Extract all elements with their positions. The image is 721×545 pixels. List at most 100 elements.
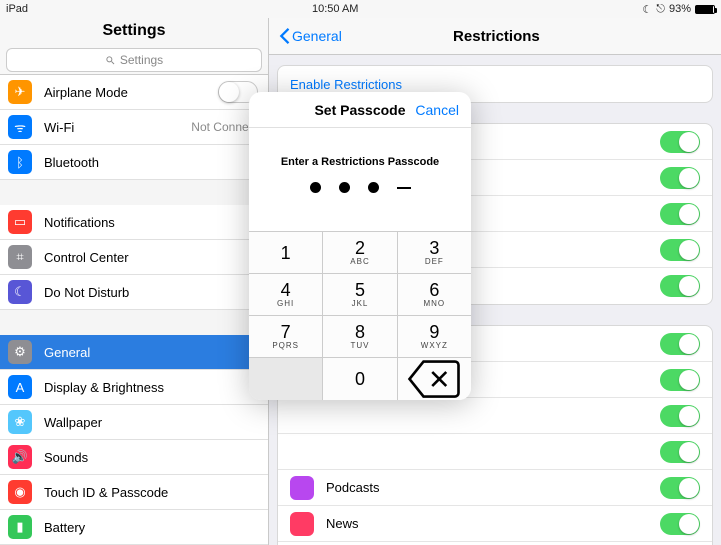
restriction-toggle[interactable] bbox=[660, 477, 700, 499]
restriction-toggle[interactable] bbox=[660, 513, 700, 535]
keypad-number: 7 bbox=[281, 323, 291, 341]
dnd-icon: ☾ bbox=[8, 280, 32, 304]
restriction-row-podcasts: Podcasts bbox=[278, 470, 712, 506]
passcode-dots bbox=[249, 182, 471, 231]
detail-title: Restrictions bbox=[282, 28, 711, 45]
bluetooth-icon: ⎋ bbox=[656, 3, 665, 16]
sidebar-item-label: Notifications bbox=[44, 215, 258, 230]
sidebar-item-label: Battery bbox=[44, 520, 258, 535]
keypad-letters: GHI bbox=[277, 299, 294, 308]
sidebar-item-airplane[interactable]: ✈ Airplane Mode bbox=[0, 75, 268, 110]
podcasts-icon bbox=[290, 476, 314, 500]
restriction-toggle[interactable] bbox=[660, 203, 700, 225]
controlcenter-icon: ⌗ bbox=[8, 245, 32, 269]
accessory-text: Not Connect bbox=[191, 120, 258, 134]
sidebar-item-bluetooth[interactable]: ᛒBluetooth bbox=[0, 145, 268, 180]
restriction-toggle[interactable] bbox=[660, 167, 700, 189]
keypad-blank bbox=[249, 358, 323, 400]
search-icon bbox=[105, 55, 116, 66]
keypad-number: 3 bbox=[429, 239, 439, 257]
keypad-6[interactable]: 6MNO bbox=[398, 274, 471, 316]
battery-pct: 93% bbox=[669, 3, 691, 15]
keypad-letters: JKL bbox=[352, 299, 369, 308]
sidebar-item-label: Sounds bbox=[44, 450, 258, 465]
keypad-7[interactable]: 7PQRS bbox=[249, 316, 323, 358]
bluetooth-icon: ᛒ bbox=[8, 150, 32, 174]
airplane-icon: ✈ bbox=[8, 80, 32, 104]
sidebar-item-general[interactable]: ⚙ General bbox=[0, 335, 268, 370]
search-placeholder: Settings bbox=[120, 53, 163, 67]
sidebar-item-label: Wi-Fi bbox=[44, 120, 179, 135]
display-icon: A bbox=[8, 375, 32, 399]
keypad-letters: PQRS bbox=[272, 341, 299, 350]
passcode-dot-filled bbox=[310, 182, 321, 193]
keypad-8[interactable]: 8TUV bbox=[323, 316, 397, 358]
sidebar-item-notifications[interactable]: ▭ Notifications bbox=[0, 205, 268, 240]
restriction-toggle[interactable] bbox=[660, 275, 700, 297]
passcode-dot-filled bbox=[339, 182, 350, 193]
passcode-modal: Set Passcode Cancel Enter a Restrictions… bbox=[249, 92, 471, 400]
settings-sidebar: Settings Settings ✈ Airplane Mode ᯤ Wi-Fi No… bbox=[0, 18, 269, 545]
status-bar: iPad 10:50 AM ☾ ⎋ 93% bbox=[0, 0, 721, 18]
keypad-9[interactable]: 9WXYZ bbox=[398, 316, 471, 358]
restriction-toggle[interactable] bbox=[660, 369, 700, 391]
sidebar-item-touchid[interactable]: ◉ Touch ID & Passcode bbox=[0, 475, 268, 510]
sidebar-item-wallpaper[interactable]: ❀ Wallpaper bbox=[0, 405, 268, 440]
sidebar-item-label: Airplane Mode bbox=[44, 85, 206, 100]
restriction-row bbox=[278, 434, 712, 470]
restriction-toggle[interactable] bbox=[660, 131, 700, 153]
restriction-label: Podcasts bbox=[326, 480, 648, 495]
sidebar-item-sounds[interactable]: 🔊 Sounds bbox=[0, 440, 268, 475]
passcode-dot-empty bbox=[397, 187, 411, 189]
restriction-toggle[interactable] bbox=[660, 333, 700, 355]
keypad-letters: TUV bbox=[350, 341, 369, 350]
sounds-icon: 🔊 bbox=[8, 445, 32, 469]
keypad-backspace[interactable] bbox=[398, 358, 471, 400]
clock: 10:50 AM bbox=[28, 3, 642, 15]
sidebar-item-display[interactable]: A Display & Brightness bbox=[0, 370, 268, 405]
keypad-number: 6 bbox=[429, 281, 439, 299]
device-label: iPad bbox=[6, 3, 28, 15]
wallpaper-icon: ❀ bbox=[8, 410, 32, 434]
keypad-1[interactable]: 1 bbox=[249, 232, 323, 274]
keypad: 12ABC3DEF4GHI5JKL6MNO7PQRS8TUV9WXYZ0 bbox=[249, 231, 471, 400]
cancel-button[interactable]: Cancel bbox=[415, 102, 459, 118]
sidebar-item-controlcenter[interactable]: ⌗Control Center bbox=[0, 240, 268, 275]
wifi-icon: ᯤ bbox=[8, 115, 32, 139]
sidebar-title: Settings bbox=[102, 22, 165, 40]
sidebar-item-wifi[interactable]: ᯤ Wi-Fi Not Connect bbox=[0, 110, 268, 145]
keypad-letters: WXYZ bbox=[421, 341, 448, 350]
passcode-dot-filled bbox=[368, 182, 379, 193]
dnd-icon: ☾ bbox=[642, 3, 652, 16]
restriction-toggle[interactable] bbox=[660, 405, 700, 427]
keypad-number: 1 bbox=[281, 244, 291, 262]
keypad-2[interactable]: 2ABC bbox=[323, 232, 397, 274]
battery-icon: ▮ bbox=[8, 515, 32, 539]
modal-prompt: Enter a Restrictions Passcode bbox=[249, 128, 471, 182]
sidebar-item-battery[interactable]: ▮ Battery bbox=[0, 510, 268, 545]
backspace-icon bbox=[406, 358, 462, 400]
keypad-number: 5 bbox=[355, 281, 365, 299]
sidebar-item-label: Touch ID & Passcode bbox=[44, 485, 258, 500]
sidebar-item-label: Wallpaper bbox=[44, 415, 258, 430]
battery-icon bbox=[695, 5, 715, 14]
keypad-number: 2 bbox=[355, 239, 365, 257]
sidebar-item-label: Display & Brightness bbox=[44, 380, 258, 395]
keypad-0[interactable]: 0 bbox=[323, 358, 397, 400]
keypad-5[interactable]: 5JKL bbox=[323, 274, 397, 316]
touchid-icon: ◉ bbox=[8, 480, 32, 504]
keypad-letters: DEF bbox=[425, 257, 444, 266]
general-icon: ⚙ bbox=[8, 340, 32, 364]
sidebar-item-label: General bbox=[44, 345, 258, 360]
keypad-3[interactable]: 3DEF bbox=[398, 232, 471, 274]
notifications-icon: ▭ bbox=[8, 210, 32, 234]
keypad-4[interactable]: 4GHI bbox=[249, 274, 323, 316]
keypad-number: 8 bbox=[355, 323, 365, 341]
sidebar-item-dnd[interactable]: ☾Do Not Disturb bbox=[0, 275, 268, 310]
restriction-toggle[interactable] bbox=[660, 239, 700, 261]
search-input[interactable]: Settings bbox=[6, 48, 262, 72]
keypad-number: 0 bbox=[355, 370, 365, 388]
restriction-toggle[interactable] bbox=[660, 441, 700, 463]
status-indicators: ☾ ⎋ 93% bbox=[642, 3, 715, 16]
restriction-row-news: News bbox=[278, 506, 712, 542]
